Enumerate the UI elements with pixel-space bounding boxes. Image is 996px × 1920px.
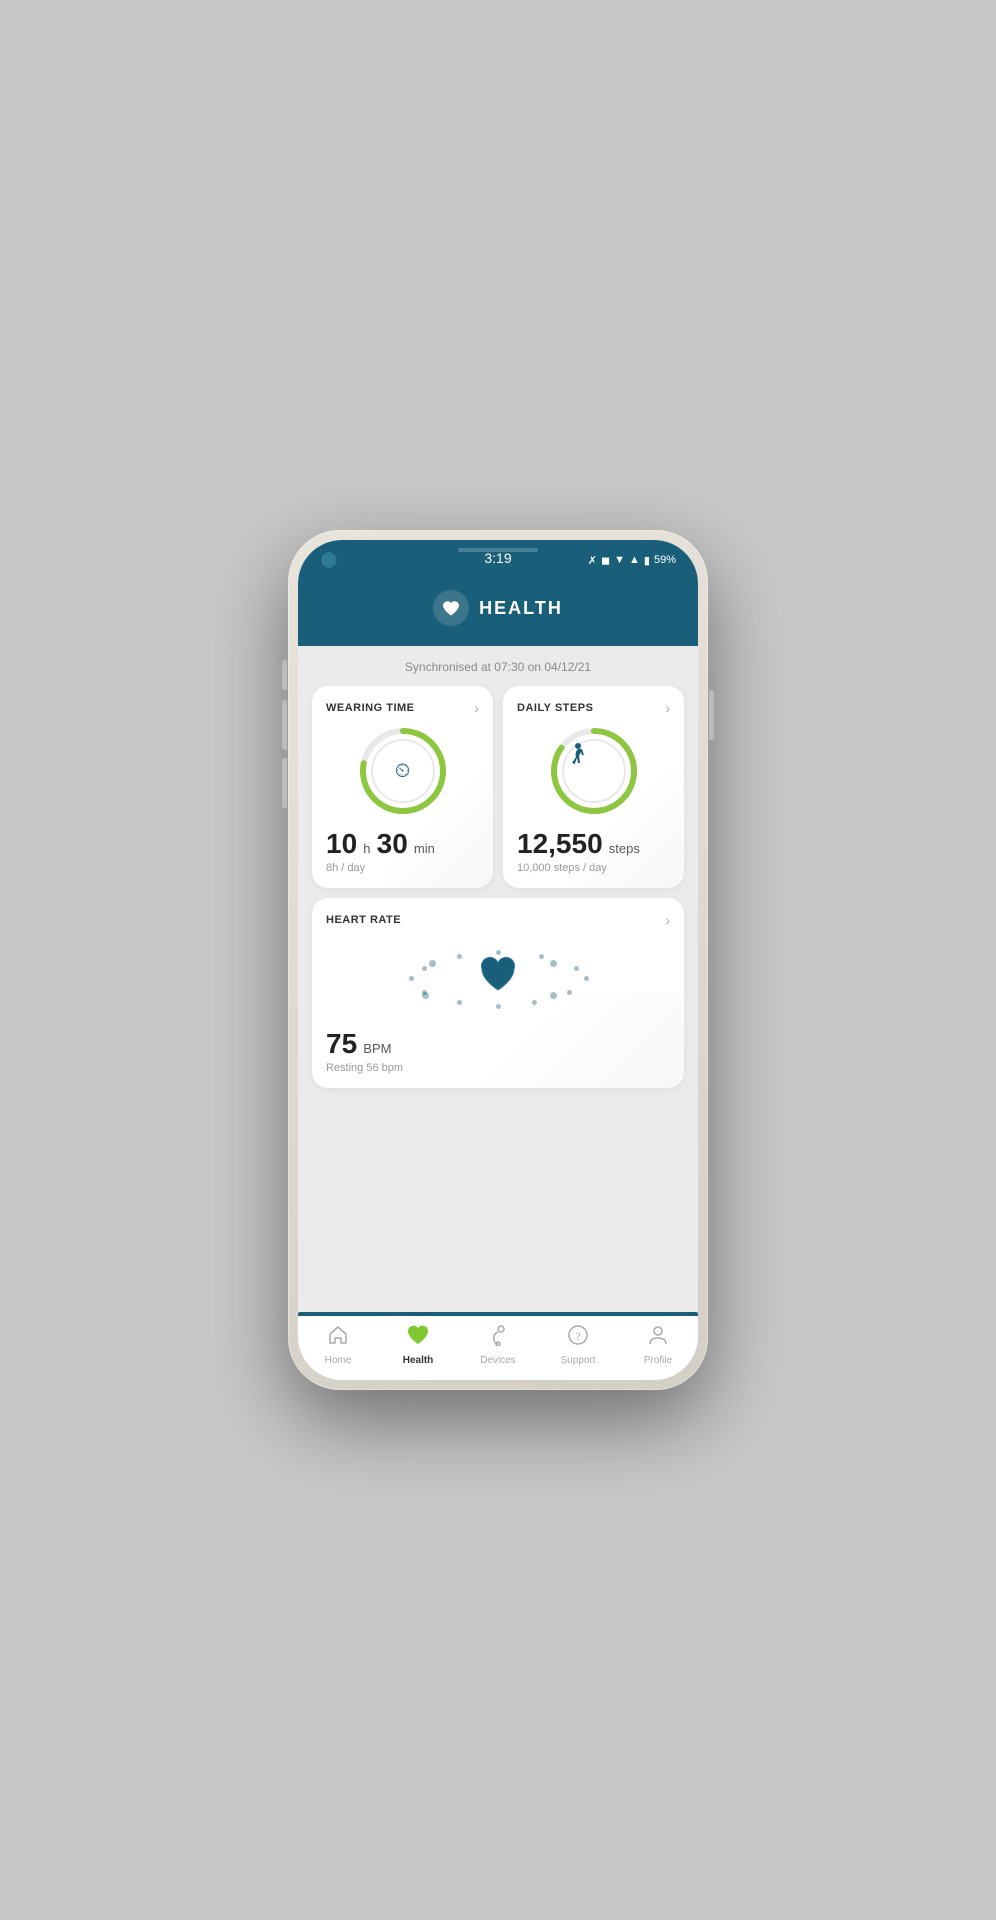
heart-rate-card[interactable]: HEART RATE › [312,898,684,1088]
walking-icon [564,741,592,769]
tab-health[interactable]: Health [378,1324,458,1366]
daily-steps-header: DAILY STEPS › [517,700,670,716]
daily-steps-value: 12,550 steps [517,828,670,860]
wearing-time-sub: 8h / day [326,862,479,874]
daily-steps-icon-bg [562,739,626,803]
tab-support-label: Support [560,1355,595,1366]
status-bar: 3:19 ✗ ◼ ▼ ▲ ▮ 59% [298,540,698,576]
heart-solid-icon [476,954,520,994]
daily-steps-circle [517,726,670,816]
power-button[interactable] [709,690,714,740]
dot [584,976,589,981]
dot [532,1000,537,1005]
app-header: HEALTH [298,576,698,646]
tab-home-label: Home [325,1355,352,1366]
main-content: Synchronised at 07:30 on 04/12/21 WEARIN… [298,646,698,1312]
signal-icon: ▲ [629,554,640,566]
heart-rate-header: HEART RATE › [326,912,670,928]
daily-steps-sub: 10,000 steps / day [517,862,670,874]
volume-down-button[interactable] [282,700,287,750]
profile-icon [647,1324,669,1352]
sync-text: Synchronised at 07:30 on 04/12/21 [312,660,684,674]
dot [539,954,544,959]
heart-rate-value: 75 BPM [326,1028,670,1060]
heart-rate-sub: Resting 56 bpm [326,1062,670,1074]
wearing-time-chevron: › [474,700,479,716]
dot [496,1004,501,1009]
dot [457,954,462,959]
bluetooth-icon: ✗ [588,554,597,567]
support-icon: ? [567,1324,589,1352]
tab-support[interactable]: ? Support [538,1324,618,1366]
health-icon [406,1324,430,1352]
battery-icon: ▮ [644,554,650,567]
clock: 3:19 [484,550,511,566]
dot [409,976,414,981]
dot [550,992,557,999]
tab-bar-wrapper: Home Health [298,1312,698,1380]
tab-home[interactable]: Home [298,1324,378,1366]
tab-profile-label: Profile [644,1355,672,1366]
daily-steps-title: DAILY STEPS [517,702,593,714]
phone-screen: 3:19 ✗ ◼ ▼ ▲ ▮ 59% HEALTH Synchronised a… [298,540,698,1380]
phone-frame: 3:19 ✗ ◼ ▼ ▲ ▮ 59% HEALTH Synchronised a… [288,530,708,1390]
top-cards-row: WEARING TIME › ⏲ [312,686,684,888]
wifi-icon: ▼ [614,554,625,566]
tab-health-label: Health [403,1355,434,1366]
tab-devices-label: Devices [480,1355,516,1366]
dot [429,960,436,967]
tab-bar: Home Health [298,1316,698,1380]
dot [550,960,557,967]
wearing-time-title: WEARING TIME [326,702,415,714]
devices-icon [487,1324,509,1352]
volume-up-button[interactable] [282,660,287,690]
tab-devices[interactable]: Devices [458,1324,538,1366]
vibrate-icon: ◼ [601,554,610,567]
battery-percent: 59% [654,554,676,566]
front-camera [320,551,338,569]
wearing-time-circle: ⏲ [326,726,479,816]
app-title: HEALTH [479,598,563,619]
tab-profile[interactable]: Profile [618,1324,698,1366]
heart-rate-viz [326,938,670,1018]
watch-icon: ⏲ [395,760,411,783]
daily-steps-card[interactable]: DAILY STEPS › [503,686,684,888]
wearing-time-header: WEARING TIME › [326,700,479,716]
dot [567,990,572,995]
svg-text:?: ? [575,1329,580,1343]
status-icons: ✗ ◼ ▼ ▲ ▮ 59% [588,554,676,567]
dot [457,1000,462,1005]
heart-icon [441,599,461,617]
home-icon [327,1324,349,1352]
dot [574,966,579,971]
dot [422,992,429,999]
silent-button[interactable] [282,758,287,808]
heart-rate-chevron: › [665,912,670,928]
wearing-time-value: 10 h 30 min [326,828,479,860]
daily-steps-chevron: › [665,700,670,716]
dot [422,966,427,971]
wearing-time-card[interactable]: WEARING TIME › ⏲ [312,686,493,888]
heart-rate-heart-icon [476,954,520,1002]
heart-rate-title: HEART RATE [326,914,401,926]
header-heart-badge [433,590,469,626]
wearing-time-icon-bg: ⏲ [371,739,435,803]
